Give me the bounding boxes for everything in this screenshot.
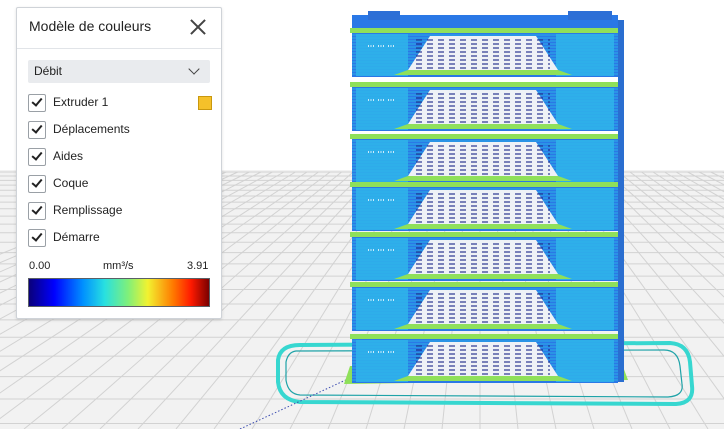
layer-ledge [394,176,572,181]
checkbox-extruder[interactable] [28,94,46,112]
layer-ledge [394,224,572,229]
panel-title: Modèle de couleurs [29,18,152,34]
left-pillar [356,140,408,182]
right-pillar [556,188,614,230]
infill-window [408,36,558,70]
infill-window [408,190,558,224]
checkbox-starts[interactable] [28,229,46,247]
dropdown-selected-value: Débit [34,64,63,78]
layer-rim [350,82,620,87]
checkbox-row-starts[interactable]: Démarre [28,229,214,247]
layer-ledge [394,274,572,279]
checkbox-infill[interactable] [28,202,46,220]
left-pillar [356,34,408,76]
check-icon [31,203,43,215]
close-icon[interactable] [187,16,209,38]
panel-divider [17,48,221,49]
checkbox-row-helpers[interactable]: Aides [28,148,214,166]
infill-window [408,90,558,124]
layer-ledge [394,124,572,129]
layer-ledge [394,324,572,329]
extruder-color-swatch [198,96,212,110]
checkbox-row-travels[interactable]: Déplacements [28,121,214,139]
right-pillar [556,88,614,130]
left-pillar [356,188,408,230]
layer-ledge [394,376,572,381]
layer-rim [350,134,620,139]
checkbox-label: Démarre [53,230,100,244]
checkbox-helpers[interactable] [28,148,46,166]
checkbox-shell[interactable] [28,175,46,193]
flow-color-gradient [28,278,210,307]
layer-rim [350,232,620,237]
model-top-tab [568,11,612,20]
right-pillar [556,340,614,382]
check-icon [31,176,43,188]
color-scheme-dropdown[interactable]: Débit [28,60,210,83]
left-pillar [356,340,408,382]
checkbox-label: Extruder 1 [53,95,109,109]
right-pillar [556,34,614,76]
checkbox-travels[interactable] [28,121,46,139]
right-pillar [556,288,614,330]
legend-unit: mm³/s [103,260,134,272]
layer-rim [350,282,620,287]
layer-rim [350,182,620,187]
left-pillar [356,88,408,130]
infill-window [408,290,558,324]
check-icon [31,230,43,242]
checkbox-label: Déplacements [53,122,130,136]
legend-min-value: 0.00 [29,260,51,272]
check-icon [31,122,43,134]
layer-rim [350,28,620,33]
sliced-model [344,11,628,384]
right-pillar [556,238,614,280]
checkbox-label: Remplissage [53,203,123,217]
color-scheme-panel: Modèle de couleurs Débit Extruder 1 Dépl… [16,7,222,319]
layer-rim [350,334,620,339]
checkbox-row-infill[interactable]: Remplissage [28,202,214,220]
right-pillar [556,140,614,182]
layer-ledge [394,70,572,75]
chevron-down-icon [188,63,200,75]
model-right-edge [618,20,624,382]
checkbox-label: Aides [53,149,84,163]
legend-max-value: 3.91 [187,260,209,272]
left-pillar [356,238,408,280]
check-icon [31,149,43,161]
model-top-tab [368,11,400,20]
infill-window [408,342,558,376]
checkbox-row-extruder[interactable]: Extruder 1 [28,94,214,112]
check-icon [31,95,43,107]
checkbox-row-shell[interactable]: Coque [28,175,214,193]
checkbox-label: Coque [53,176,89,190]
infill-window [408,142,558,176]
infill-window [408,240,558,274]
left-pillar [356,288,408,330]
